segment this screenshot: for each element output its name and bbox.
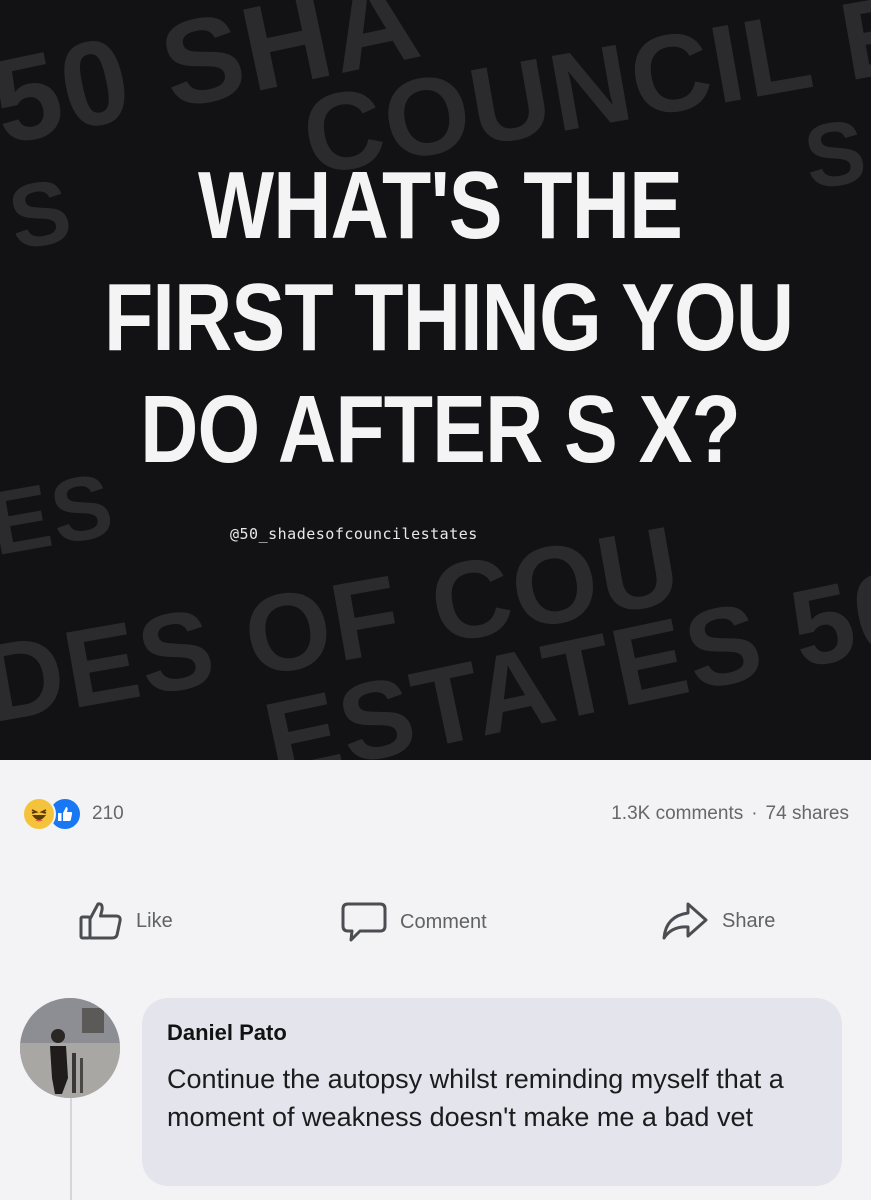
share-label: Share bbox=[722, 909, 776, 932]
comment-item: Daniel Pato Continue the autopsy whilst … bbox=[0, 980, 871, 1200]
comments-count-link[interactable]: 1.3K comments bbox=[611, 803, 743, 825]
headline-line: WHAT'S THE bbox=[197, 152, 683, 259]
post-stats-bar: 210 1.3K comments · 74 shares bbox=[0, 760, 871, 870]
avatar[interactable] bbox=[20, 998, 120, 1098]
shares-count-link[interactable]: 74 shares bbox=[766, 803, 849, 825]
comment-bubble: Daniel Pato Continue the autopsy whilst … bbox=[142, 998, 842, 1186]
like-label: Like bbox=[136, 909, 173, 932]
engagement-counts: 1.3K comments · 74 shares bbox=[611, 803, 849, 825]
post-headline: WHAT'S THE FIRST THING YOU DO AFTER S X? bbox=[104, 150, 794, 486]
background-text: S bbox=[1, 160, 81, 270]
separator-dot: · bbox=[751, 803, 758, 824]
comment-label: Comment bbox=[400, 910, 487, 933]
thread-line bbox=[70, 1090, 72, 1200]
reaction-count: 210 bbox=[92, 803, 124, 824]
headline-line: FIRST THING YOU bbox=[104, 264, 794, 371]
comment-author-name[interactable]: Daniel Pato bbox=[167, 1020, 287, 1046]
facebook-post-screenshot: 50 SHA COUNCIL E S S ES DES OF COU ESTAT… bbox=[0, 0, 871, 1200]
post-action-bar: Like Comment Share bbox=[0, 870, 871, 980]
thumbs-up-icon bbox=[78, 900, 124, 942]
watermark-handle: @50_shadesofcouncilestates bbox=[230, 525, 478, 543]
comment-text: Continue the autopsy whilst reminding my… bbox=[167, 1064, 784, 1132]
share-button[interactable]: Share bbox=[660, 900, 775, 942]
comment-bubble-icon bbox=[340, 900, 388, 944]
reactions-summary[interactable]: 210 bbox=[22, 797, 124, 831]
headline-line: DO AFTER S X? bbox=[140, 376, 741, 483]
share-arrow-icon bbox=[660, 900, 710, 942]
post-image[interactable]: 50 SHA COUNCIL E S S ES DES OF COU ESTAT… bbox=[0, 0, 871, 760]
background-text: ES bbox=[0, 454, 122, 576]
comment-button[interactable]: Comment bbox=[340, 900, 487, 944]
background-text: S bbox=[798, 101, 871, 209]
like-button[interactable]: Like bbox=[78, 900, 173, 942]
haha-icon bbox=[22, 797, 56, 831]
